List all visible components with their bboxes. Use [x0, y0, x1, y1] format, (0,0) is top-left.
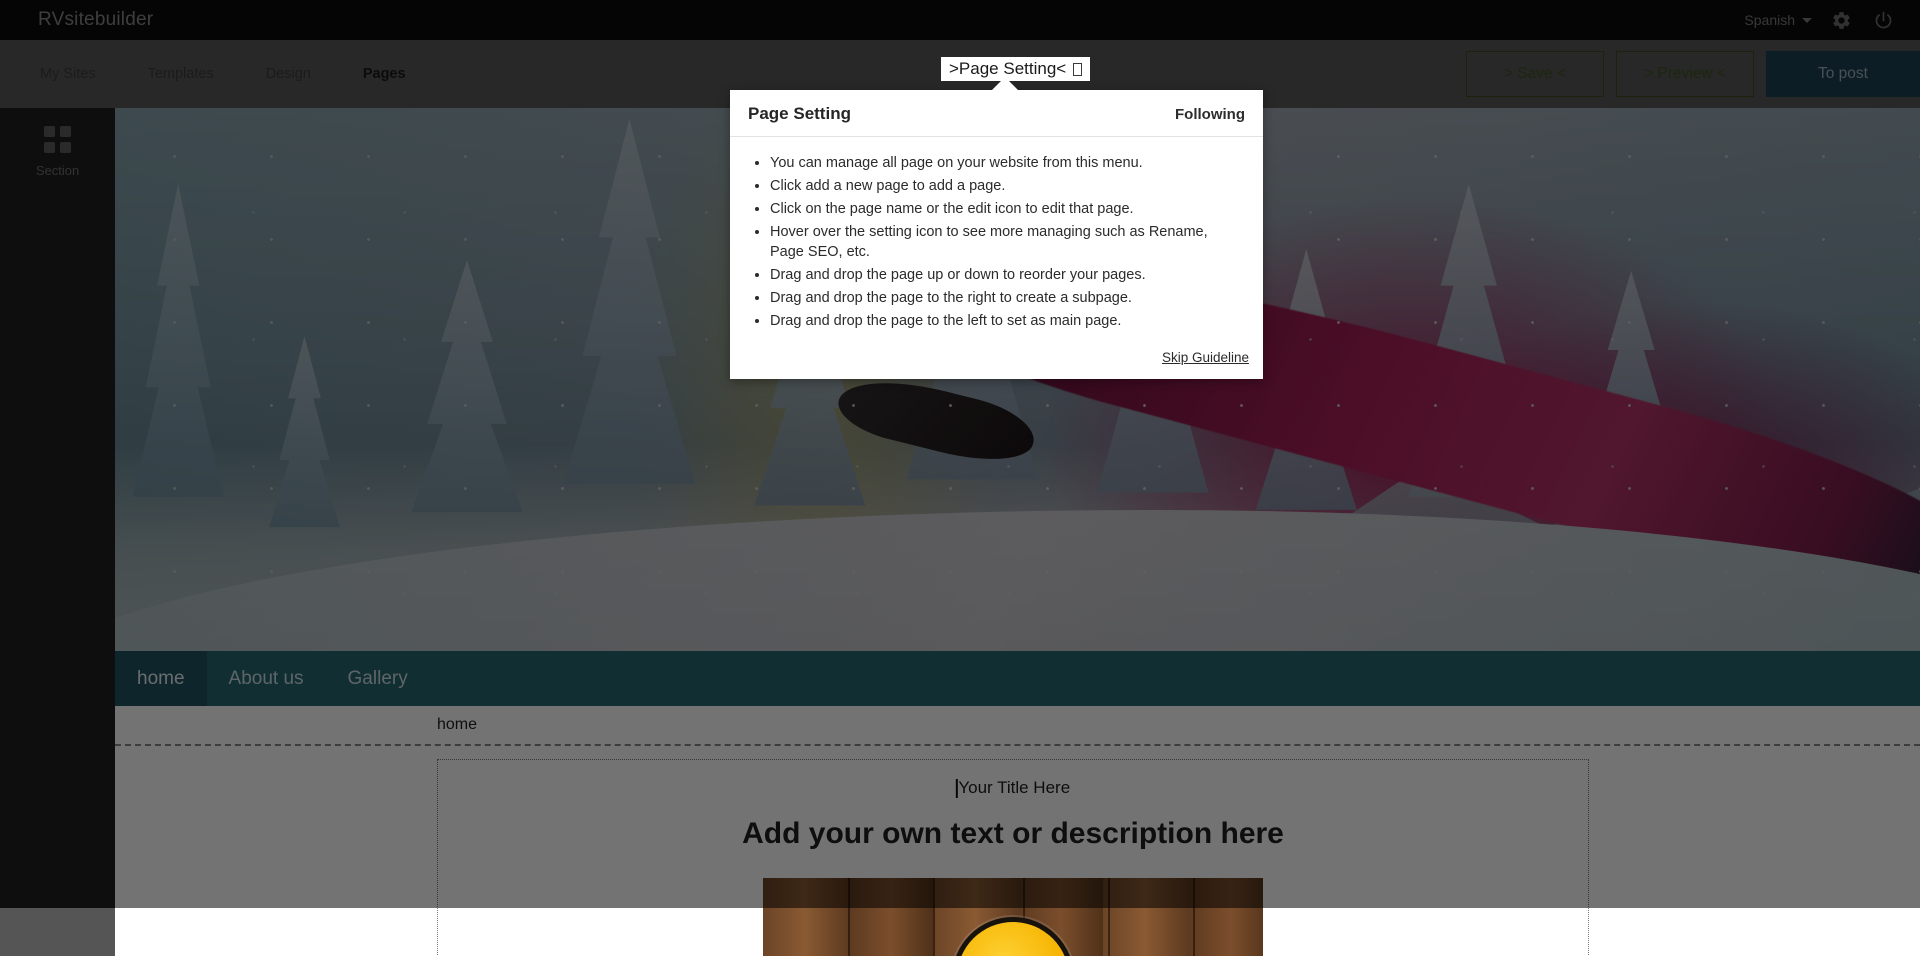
site-nav: home About us Gallery — [115, 651, 1920, 706]
nav-item-my-sites[interactable]: My Sites — [14, 56, 122, 92]
top-bar: RVsitebuilder Spanish — [0, 0, 1920, 40]
nav-item-pages[interactable]: Pages — [337, 56, 432, 92]
nav-item-templates[interactable]: Templates — [122, 56, 240, 92]
grid-four-squares-icon — [44, 126, 71, 153]
list-item: Drag and drop the page to the right to c… — [770, 286, 1245, 309]
list-item: Click add a new page to add a page. — [770, 174, 1245, 197]
logout-button[interactable] — [1862, 0, 1904, 40]
chevron-down-icon — [1802, 18, 1812, 23]
app-brand: RVsitebuilder — [38, 9, 153, 31]
content-block[interactable]: Your Title Here Add your own text or des… — [437, 759, 1589, 956]
publish-button[interactable]: To post — [1766, 51, 1920, 97]
left-sidebar: Section — [0, 108, 115, 956]
nav-item-design[interactable]: Design — [240, 56, 337, 92]
gear-icon — [1831, 10, 1852, 31]
app-root: RVsitebuilder Spanish — [0, 0, 1920, 956]
list-item: Click on the page name or the edit icon … — [770, 197, 1245, 220]
breadcrumb: home — [115, 706, 1920, 744]
section-divider — [115, 744, 1920, 746]
site-nav-item-gallery[interactable]: Gallery — [326, 651, 430, 706]
sidebar-item-section[interactable]: Section — [0, 126, 115, 178]
main-nav: My Sites Templates Design Pages — [14, 56, 432, 92]
popover-header: Page Setting Following — [730, 90, 1263, 137]
save-button[interactable]: > Save < — [1466, 51, 1604, 97]
following-button[interactable]: Following — [1175, 106, 1245, 123]
popover-title: Page Setting — [748, 104, 851, 124]
block-title-row[interactable]: Your Title Here — [956, 778, 1070, 798]
list-item: Drag and drop the page up or down to reo… — [770, 263, 1245, 286]
list-item: Hover over the setting icon to see more … — [770, 220, 1245, 263]
preview-button[interactable]: > Preview < — [1616, 51, 1754, 97]
popover-body: You can manage all page on your website … — [730, 137, 1263, 338]
list-item: Drag and drop the page to the left to se… — [770, 309, 1245, 332]
page-setting-tooltip: >Page Setting< — [941, 57, 1090, 81]
text-cursor — [956, 779, 958, 798]
settings-button[interactable] — [1820, 0, 1862, 40]
language-selector-label: Spanish — [1744, 12, 1795, 28]
block-headline[interactable]: Add your own text or description here — [742, 817, 1284, 851]
block-title: Your Title Here — [958, 778, 1070, 798]
missing-glyph-icon — [1073, 63, 1082, 76]
power-icon — [1873, 10, 1894, 31]
page-setting-guideline-popover: Page Setting Following You can manage al… — [730, 90, 1263, 379]
orange-juice-glass — [957, 922, 1069, 956]
sidebar-item-label: Section — [36, 163, 79, 178]
popover-footer: Skip Guideline — [730, 338, 1263, 379]
language-selector[interactable]: Spanish — [1736, 8, 1820, 32]
list-item: You can manage all page on your website … — [770, 151, 1245, 174]
skip-guideline-link[interactable]: Skip Guideline — [1162, 350, 1249, 365]
sidebar-dark-panel — [0, 108, 115, 908]
block-image[interactable] — [763, 878, 1263, 956]
toolbar-actions: > Save < > Preview < To post — [1466, 51, 1920, 97]
page-setting-tooltip-label: >Page Setting< — [949, 59, 1066, 79]
guideline-list: You can manage all page on your website … — [770, 151, 1245, 332]
site-nav-item-about-us[interactable]: About us — [207, 651, 326, 706]
site-nav-item-home[interactable]: home — [115, 651, 207, 706]
top-bar-right-group: Spanish — [1736, 0, 1920, 40]
breadcrumb-current: home — [437, 716, 477, 734]
